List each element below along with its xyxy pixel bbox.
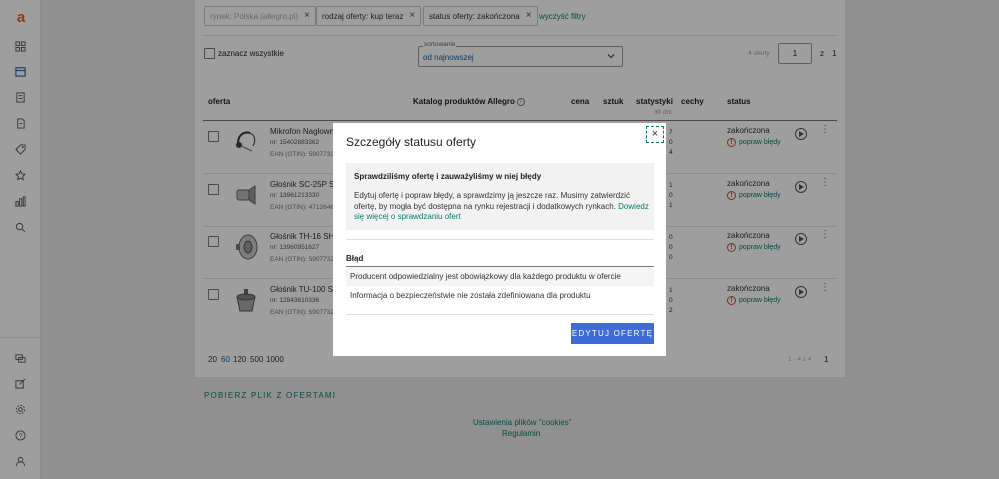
errors-header: Błąd (346, 254, 364, 263)
dialog-title: Szczegóły statusu oferty (346, 135, 477, 149)
close-icon[interactable]: × (646, 126, 664, 143)
offer-status-details-dialog: × Szczegóły statusu oferty Sprawdziliśmy… (333, 123, 666, 356)
dialog-divider (346, 239, 654, 240)
review-result-text: Edytuj ofertę i popraw błędy, a sprawdzi… (354, 191, 650, 223)
edit-offer-button[interactable]: EDYTUJ OFERTĘ (571, 323, 654, 344)
error-row: Producent odpowiedzialny jest obowiązkow… (346, 267, 654, 286)
review-result-heading: Sprawdziliśmy ofertę i zauważyliśmy w ni… (354, 172, 542, 181)
review-result-body: Edytuj ofertę i popraw błędy, a sprawdzi… (354, 191, 630, 211)
dialog-divider (346, 314, 654, 315)
review-result-box: Sprawdziliśmy ofertę i zauważyliśmy w ni… (346, 163, 654, 230)
error-row: Informacja o bezpieczeństwie nie została… (350, 291, 591, 300)
